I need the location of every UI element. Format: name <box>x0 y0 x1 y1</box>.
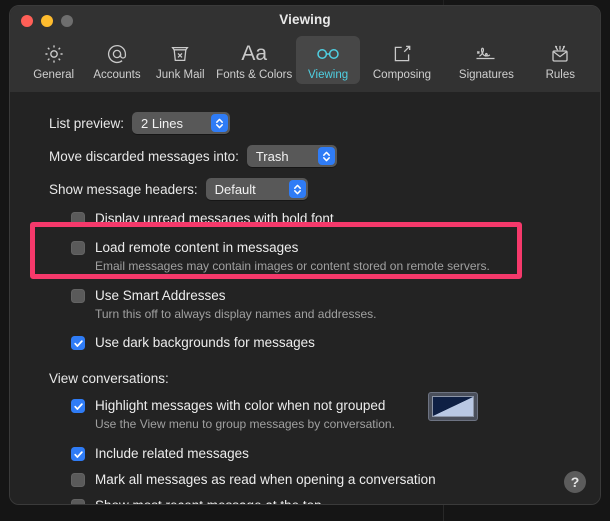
list-preview-row: List preview: 2 Lines <box>49 112 231 134</box>
preferences-toolbar: General Accounts Junk Mail Aa Fonts & Co… <box>10 34 600 122</box>
checkbox-row-dark-backgrounds[interactable]: Use dark backgrounds for messages <box>71 334 315 352</box>
checkbox-load-remote-content-text: Load remote content in messages Email me… <box>95 240 490 273</box>
checkbox-include-related[interactable] <box>71 447 85 461</box>
tab-rules-label: Rules <box>545 69 575 81</box>
chevron-updown-icon <box>317 147 335 165</box>
message-headers-label: Show message headers: <box>49 181 198 197</box>
viewing-settings-pane: List preview: 2 Lines Move discarded mes… <box>10 92 600 504</box>
message-headers-row: Show message headers: Default <box>49 178 308 200</box>
tab-general-label: General <box>33 69 75 81</box>
tab-signatures-label: Signatures <box>458 69 514 81</box>
checkbox-row-include-related[interactable]: Include related messages <box>71 445 249 463</box>
tab-junk-mail[interactable]: Junk Mail <box>149 36 212 84</box>
trash-x-icon <box>168 40 192 67</box>
checkbox-smart-addresses[interactable] <box>71 289 85 303</box>
window-title: Viewing <box>279 12 331 27</box>
checkbox-row-mark-all-read[interactable]: Mark all messages as read when opening a… <box>71 471 436 489</box>
checkbox-row-smart-addresses[interactable]: Use Smart Addresses Turn this off to alw… <box>71 287 376 323</box>
compose-pencil-icon <box>390 40 414 67</box>
window-titlebar: Viewing <box>10 6 600 34</box>
view-conversations-heading: View conversations: <box>49 371 169 386</box>
highlight-color-well[interactable] <box>428 392 478 421</box>
message-headers-popup[interactable]: Default <box>205 178 308 200</box>
checkbox-highlight-messages[interactable] <box>71 399 85 413</box>
eyeglasses-icon <box>315 40 341 67</box>
desktop-background: Viewing General Accounts Junk Mail Aa Fo… <box>0 0 610 521</box>
at-sign-icon <box>105 40 129 67</box>
tab-accounts[interactable]: Accounts <box>85 36 148 84</box>
chevron-updown-icon <box>211 114 229 132</box>
signature-icon <box>473 40 499 67</box>
tab-signatures[interactable]: Signatures <box>444 36 528 84</box>
checkbox-bold-unread[interactable] <box>71 212 85 226</box>
message-headers-value: Default <box>214 181 256 197</box>
checkbox-bold-unread-text: Display unread messages with bold font <box>95 211 334 226</box>
tab-composing-label: Composing <box>372 69 432 81</box>
tab-fonts-colors[interactable]: Aa Fonts & Colors <box>212 36 296 84</box>
tab-viewing-label: Viewing <box>308 69 349 81</box>
checkbox-row-bold-unread[interactable]: Display unread messages with bold font <box>71 210 334 228</box>
tab-viewing[interactable]: Viewing <box>296 36 360 84</box>
tab-junk-mail-label: Junk Mail <box>156 69 205 81</box>
checkbox-smart-addresses-text: Use Smart Addresses Turn this off to alw… <box>95 288 377 321</box>
list-preview-value: 2 Lines <box>141 115 183 131</box>
discarded-messages-popup[interactable]: Trash <box>246 145 337 167</box>
checkbox-dark-backgrounds-text: Use dark backgrounds for messages <box>95 335 315 350</box>
envelope-arrows-icon <box>548 40 572 67</box>
chevron-updown-icon <box>288 180 306 198</box>
aa-icon: Aa <box>241 42 268 65</box>
help-button[interactable]: ? <box>564 471 586 493</box>
checkbox-dark-backgrounds[interactable] <box>71 336 85 350</box>
tab-general[interactable]: General <box>22 36 85 84</box>
tab-fonts-colors-label: Fonts & Colors <box>216 69 293 81</box>
tab-accounts-label: Accounts <box>93 69 141 81</box>
mail-preferences-window: Viewing General Accounts Junk Mail Aa Fo… <box>9 5 601 505</box>
checkbox-most-recent-top[interactable] <box>71 499 85 504</box>
tab-rules[interactable]: Rules <box>529 36 592 84</box>
checkbox-most-recent-top-text: Show most recent message at the top <box>95 497 322 504</box>
color-swatch <box>432 396 474 417</box>
discarded-messages-label: Move discarded messages into: <box>49 148 239 164</box>
checkbox-mark-all-read-text: Mark all messages as read when opening a… <box>95 472 436 487</box>
gear-icon <box>42 40 66 67</box>
checkbox-row-most-recent-top[interactable]: Show most recent message at the top <box>71 497 322 504</box>
discarded-messages-row: Move discarded messages into: Trash <box>49 145 337 167</box>
checkbox-include-related-text: Include related messages <box>95 446 249 461</box>
checkbox-load-remote-content[interactable] <box>71 241 85 255</box>
checkbox-mark-all-read[interactable] <box>71 473 85 487</box>
tab-composing[interactable]: Composing <box>360 36 444 84</box>
checkbox-row-highlight-messages[interactable]: Highlight messages with color when not g… <box>71 397 395 433</box>
list-preview-label: List preview: <box>49 115 125 131</box>
checkbox-highlight-messages-text: Highlight messages with color when not g… <box>95 398 395 431</box>
list-preview-popup[interactable]: 2 Lines <box>132 112 231 134</box>
checkbox-row-load-remote-content[interactable]: Load remote content in messages Email me… <box>71 239 490 275</box>
discarded-messages-value: Trash <box>255 148 289 164</box>
